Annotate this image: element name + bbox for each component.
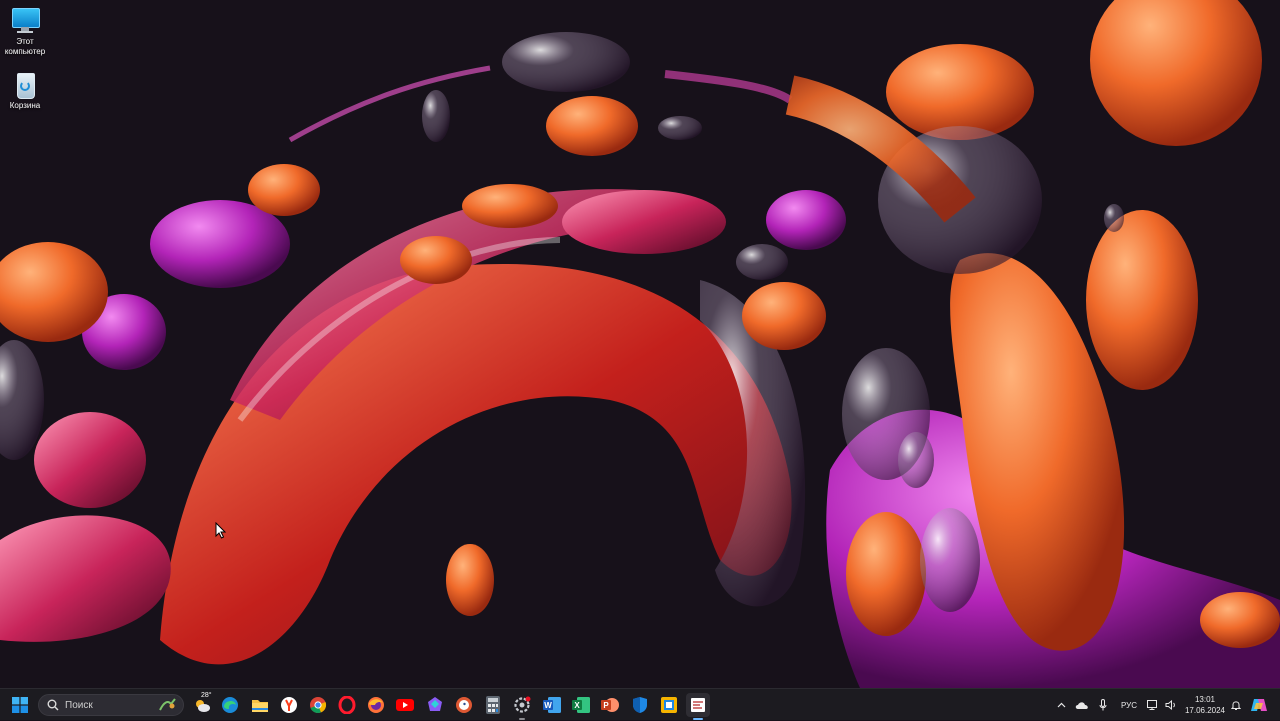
recycle-bin-icon xyxy=(10,72,40,99)
search-placeholder: Поиск xyxy=(65,699,93,711)
taskbar-app-word[interactable]: W xyxy=(540,693,564,717)
start-icon xyxy=(12,697,28,713)
defender-icon xyxy=(633,697,647,713)
edge-icon xyxy=(222,697,238,713)
search-icon xyxy=(47,699,59,711)
weather-temp: 28° xyxy=(201,692,212,699)
onedrive-cloud-icon xyxy=(1075,701,1088,709)
clock[interactable]: 13:01 17.06.2024 xyxy=(1182,694,1228,716)
copilot-tray-icon xyxy=(1251,699,1267,711)
language-indicator[interactable]: РУС xyxy=(1118,689,1140,721)
volume-icon xyxy=(1165,700,1175,710)
taskbar-app-opera[interactable] xyxy=(335,693,359,717)
paint-icon xyxy=(691,698,705,712)
chevron-up-icon xyxy=(1057,702,1065,708)
this-pc-label-line1: Этот xyxy=(16,37,34,46)
taskbar-app-chrome[interactable] xyxy=(306,693,330,717)
taskbar: Поиск 28° W X P РУС 13:01 17.06.2024 xyxy=(0,688,1280,720)
taskbar-app-powerpoint[interactable]: P xyxy=(598,693,622,717)
bell-icon xyxy=(1231,700,1241,710)
clock-time: 13:01 xyxy=(1194,695,1216,704)
excel-icon: X xyxy=(572,697,590,713)
taskbar-app-duckduckgo[interactable] xyxy=(452,693,476,717)
taskbar-search[interactable]: Поиск xyxy=(38,694,184,716)
this-pc-label-line2: компьютер xyxy=(4,47,46,56)
yandex-browser-icon xyxy=(281,697,297,713)
microphone-tray-button[interactable] xyxy=(1097,689,1109,721)
taskbar-app-firefox[interactable] xyxy=(364,693,388,717)
onedrive-tray-button[interactable] xyxy=(1074,689,1090,721)
taskbar-app-excel[interactable]: X xyxy=(569,693,593,717)
taskbar-app-paint[interactable] xyxy=(686,693,710,720)
taskbar-app-settings[interactable] xyxy=(510,693,534,720)
tray-overflow-button[interactable] xyxy=(1055,689,1067,721)
taskbar-app-calculator[interactable] xyxy=(481,693,505,717)
taskbar-app-yandex[interactable] xyxy=(277,693,301,717)
taskbar-app-file-explorer[interactable] xyxy=(248,693,272,717)
this-pc-icon xyxy=(10,8,40,34)
microphone-icon xyxy=(1099,699,1107,711)
mouse-cursor-icon xyxy=(215,522,227,539)
snipping-tool-icon xyxy=(661,697,677,713)
desktop-wallpaper xyxy=(0,0,1280,688)
settings-icon xyxy=(514,696,531,713)
powerpoint-icon: P xyxy=(601,698,619,712)
copilot-icon xyxy=(428,697,442,711)
taskbar-app-youtube[interactable] xyxy=(393,693,417,717)
file-explorer-icon xyxy=(252,700,268,712)
network-icon xyxy=(1147,700,1157,710)
taskbar-app-snipping-tool[interactable] xyxy=(657,693,681,717)
word-icon: W xyxy=(543,697,561,713)
svg-text:P: P xyxy=(603,701,609,710)
opera-icon xyxy=(338,696,356,714)
svg-text:W: W xyxy=(544,701,552,710)
search-highlight-icon xyxy=(159,698,177,712)
youtube-icon xyxy=(396,699,414,711)
desktop-icon-recycle-bin[interactable]: Корзина xyxy=(0,72,53,111)
language-label: РУС xyxy=(1120,700,1138,710)
network-volume-button[interactable] xyxy=(1147,689,1177,721)
recycle-bin-label: Корзина xyxy=(9,101,41,110)
taskbar-app-defender[interactable] xyxy=(628,693,652,717)
taskbar-app-edge[interactable] xyxy=(218,693,242,717)
svg-text:X: X xyxy=(574,701,580,710)
duckduckgo-icon xyxy=(456,697,472,713)
desktop-icon-this-pc[interactable]: Этот компьютер xyxy=(0,8,53,57)
taskbar-app-copilot[interactable] xyxy=(423,693,447,717)
notifications-button[interactable] xyxy=(1230,689,1242,721)
calculator-icon xyxy=(486,696,500,714)
weather-widget[interactable]: 28° xyxy=(190,692,214,717)
weather-icon xyxy=(196,700,210,712)
start-button[interactable] xyxy=(8,693,32,717)
copilot-tray-button[interactable] xyxy=(1250,689,1268,721)
firefox-icon xyxy=(368,697,384,713)
chrome-icon xyxy=(310,697,327,714)
clock-date: 17.06.2024 xyxy=(1184,706,1226,715)
